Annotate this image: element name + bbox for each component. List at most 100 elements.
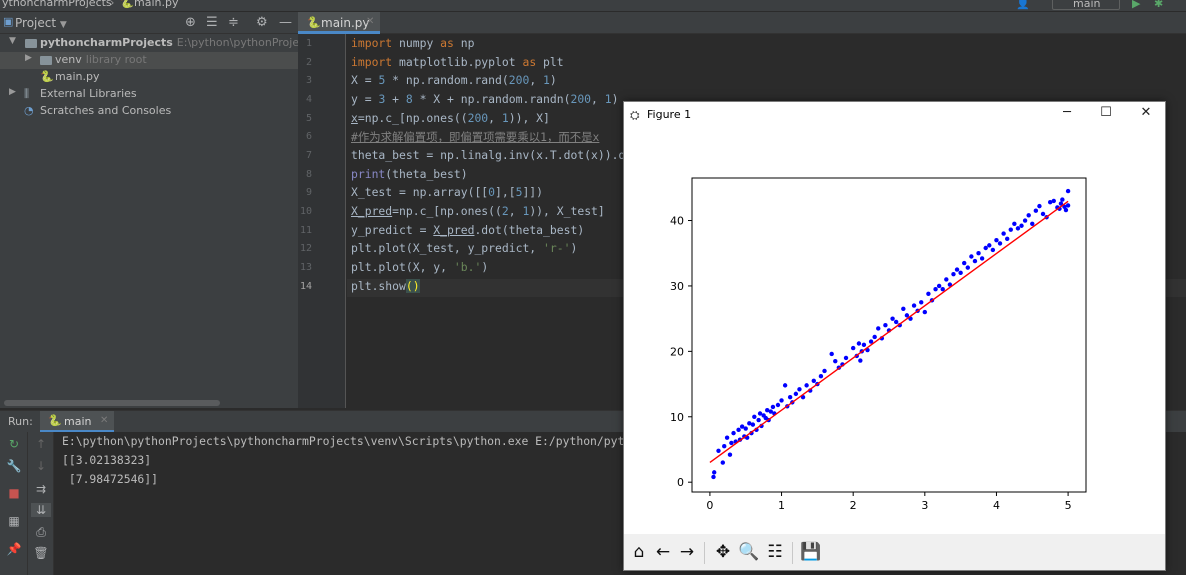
figure-title-bar[interactable]: ⛭ Figure 1 ─ ☐ ✕ — [624, 102, 1165, 128]
expand-all-icon[interactable]: ☰ — [206, 15, 218, 30]
plot-area[interactable]: 0 1 2 3 4 5 0 10 20 30 40 — [624, 128, 1165, 534]
data-point — [962, 260, 967, 266]
code-line[interactable]: X_pred=np.c_[np.ones((2, 1)), X_test] — [351, 204, 605, 222]
arrow-down-icon[interactable]: ↓ — [31, 459, 51, 473]
data-point — [729, 440, 734, 446]
data-point — [711, 474, 716, 480]
data-point — [818, 374, 824, 379]
data-point — [797, 387, 802, 392]
code-line[interactable]: plt.plot(X, y, 'b.') — [351, 260, 488, 278]
breadcrumb-file[interactable]: main.py — [134, 0, 178, 9]
home-icon[interactable]: ⌂ — [628, 541, 650, 563]
locate-icon[interactable]: ⊕ — [185, 15, 196, 30]
chevron-right-icon[interactable]: ▶ — [9, 87, 16, 97]
data-point — [756, 417, 761, 423]
data-point — [743, 426, 748, 431]
y-tick-label: 40 — [670, 215, 684, 228]
code-line[interactable]: x=np.c_[np.ones((200, 1)), X] — [351, 111, 550, 129]
code-line[interactable]: theta_best = np.linalg.inv(x.T.dot(x)).d — [351, 148, 625, 166]
back-icon[interactable]: ← — [652, 541, 674, 563]
maximize-button[interactable]: ☐ — [1091, 105, 1121, 120]
debug-icon[interactable]: ✱ — [1154, 0, 1163, 10]
tree-item-text: pythoncharmProjects — [40, 36, 173, 49]
run-tab-main[interactable]: 🐍 main ✕ — [40, 411, 114, 433]
gear-icon[interactable]: ⚙ — [256, 15, 268, 30]
code-line[interactable]: print(theta_best) — [351, 167, 468, 185]
line-number: 9 — [305, 187, 312, 198]
chevron-right-icon[interactable]: ▶ — [25, 53, 32, 63]
forward-icon[interactable]: → — [676, 541, 698, 563]
data-point — [850, 345, 856, 351]
zoom-icon[interactable]: 🔍 — [738, 541, 760, 563]
data-point — [856, 341, 862, 346]
code-line[interactable]: y = 3 + 8 * X + np.random.randn(200, 1) — [351, 92, 618, 110]
tree-item-label: pythoncharmProjects E:\python\pythonProje… — [40, 36, 298, 49]
print-icon[interactable]: ⎙ — [31, 525, 51, 540]
stop-icon[interactable]: ■ — [4, 486, 24, 500]
tree-item-label: venv library root — [55, 53, 147, 66]
soft-wrap-icon[interactable]: ⇉ — [31, 482, 51, 496]
pin-icon[interactable]: 📌 — [4, 542, 24, 556]
code-line[interactable]: plt.show() — [351, 279, 420, 297]
code-line[interactable]: plt.plot(X_test, y_predict, 'r-') — [351, 241, 577, 259]
code-line[interactable]: y_predict = X_pred.dot(theta_best) — [351, 223, 584, 241]
close-icon[interactable]: ✕ — [100, 415, 108, 426]
project-panel-title[interactable]: Project ▼ — [15, 16, 67, 30]
chevron-down-icon[interactable]: ▼ — [9, 36, 16, 46]
figure-title: Figure 1 — [647, 108, 692, 121]
breadcrumb-project[interactable]: ythoncharmProjects — [2, 0, 112, 9]
hide-panel-icon[interactable]: — — [279, 15, 292, 30]
data-point — [1065, 203, 1071, 208]
code-line[interactable]: #作为求解偏置项，即偏置项需要乘以1，而不是x — [351, 129, 599, 147]
close-icon[interactable]: ✕ — [366, 16, 374, 27]
data-point — [1051, 198, 1056, 204]
python-file-icon: 🐍 — [120, 0, 134, 9]
data-point — [731, 430, 736, 436]
collapse-all-icon[interactable]: ≑ — [228, 15, 239, 30]
data-point — [1037, 203, 1042, 209]
code-line[interactable]: X = 5 * np.random.rand(200, 1) — [351, 73, 557, 91]
data-point — [736, 427, 741, 433]
layout-icon[interactable]: ▦ — [4, 514, 24, 528]
data-point — [1040, 211, 1046, 217]
project-panel-header: ▣ Project ▼ ⊕ ☰ ≑ ⚙ — — [0, 12, 298, 34]
data-point — [872, 334, 877, 340]
line-number: 7 — [305, 150, 312, 161]
data-point — [958, 270, 963, 276]
run-configuration-selector[interactable]: main — [1052, 0, 1120, 10]
close-button[interactable]: ✕ — [1131, 105, 1161, 120]
x-tick-label: 5 — [1065, 499, 1072, 512]
user-icon[interactable]: 👤 — [1016, 0, 1030, 10]
data-point — [951, 271, 956, 277]
save-icon[interactable]: 💾 — [800, 541, 822, 563]
horizontal-scrollbar[interactable] — [4, 400, 220, 406]
data-point — [716, 448, 721, 453]
trash-icon[interactable]: 🗑 — [31, 546, 51, 560]
configure-icon[interactable]: ☷ — [764, 541, 786, 563]
minimize-button[interactable]: ─ — [1052, 105, 1082, 120]
tree-item-scratches[interactable]: ◔ Scratches and Consoles — [0, 103, 298, 120]
scroll-to-end-icon[interactable]: ⇊ — [31, 503, 51, 517]
tree-item-project-root[interactable]: ▼ pythoncharmProjects E:\python\pythonPro… — [0, 35, 298, 52]
tree-item-main-py[interactable]: 🐍 main.py — [0, 69, 298, 86]
wrench-icon[interactable]: 🔧 — [4, 459, 24, 473]
toolbar-separator — [704, 542, 705, 564]
line-number: 5 — [305, 113, 312, 124]
data-point — [1008, 227, 1013, 232]
pan-icon[interactable]: ✥ — [712, 541, 734, 563]
data-point — [1012, 221, 1017, 226]
line-number: 12 — [299, 243, 312, 254]
tree-item-venv[interactable]: ▶ venv library root — [0, 52, 298, 69]
data-point — [861, 342, 867, 348]
code-line[interactable]: import matplotlib.pyplot as plt — [351, 55, 564, 73]
tree-item-external-libraries[interactable]: ▶ ⫼ External Libraries — [0, 86, 298, 103]
run-icon[interactable]: ▶ — [1132, 0, 1140, 10]
code-line[interactable]: import numpy as np — [351, 36, 474, 54]
data-point — [936, 283, 942, 289]
code-line[interactable]: X_test = np.array([[0],[5]]) — [351, 185, 543, 203]
rerun-icon[interactable]: ↻ — [4, 437, 24, 451]
data-point — [990, 247, 996, 253]
arrow-up-icon[interactable]: ↑ — [31, 437, 51, 451]
tab-main-py[interactable]: 🐍 main.py ✕ — [298, 12, 380, 34]
x-tick-label: 3 — [921, 499, 928, 512]
